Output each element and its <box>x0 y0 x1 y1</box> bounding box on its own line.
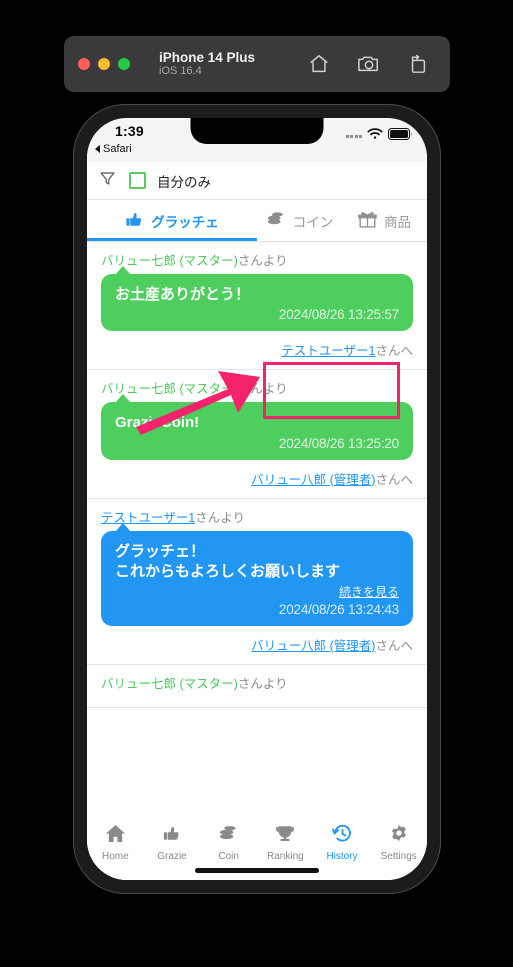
tab-product[interactable]: 商品 <box>342 200 427 241</box>
simulator-device-name: iPhone 14 Plus <box>159 50 256 66</box>
simulator-title-block: iPhone 14 Plus iOS 16.4 <box>159 50 255 77</box>
recipient-suffix: さんへ <box>375 639 413 653</box>
signal-dots-icon <box>345 134 362 138</box>
bottom-nav-coin-label: Coin <box>218 851 239 862</box>
coins-icon <box>218 824 239 848</box>
bottom-nav-history[interactable]: History <box>314 824 371 862</box>
zoom-button[interactable] <box>118 58 130 70</box>
sender-suffix: さんより <box>237 382 288 397</box>
ios-status-bar: 1:39 Safari <box>87 118 427 162</box>
wifi-icon <box>367 127 383 145</box>
simulator-actions <box>308 53 428 75</box>
sender-suffix: さんより <box>195 510 245 525</box>
message-bubble: お土産ありがとう！ 2024/08/26 13:25:57 <box>101 265 413 332</box>
recipient-line: バリュー八郎 (管理者)さんへ <box>101 469 413 488</box>
notch <box>190 118 324 144</box>
funnel-icon[interactable] <box>99 170 116 192</box>
thumbs-up-icon <box>125 210 144 232</box>
feed-item[interactable]: バリュー七郎 (マスター)さんより お土産ありがとう！ 2024/08/26 1… <box>87 242 427 371</box>
message-bubble: GrazieCoin! 2024/08/26 13:25:20 <box>101 394 413 460</box>
minimize-button[interactable] <box>98 58 110 70</box>
message-text: GrazieCoin! <box>115 414 200 432</box>
feed-item[interactable]: バリュー七郎 (マスター)さんより <box>87 665 427 708</box>
bottom-nav-settings-label: Settings <box>380 851 417 862</box>
sender-line: バリュー七郎 (マスター)さんより <box>101 378 413 397</box>
sender-line: テストユーザー1さんより <box>101 507 413 526</box>
rotate-icon[interactable] <box>408 53 428 75</box>
sender-name[interactable]: バリュー七郎 (マスター) <box>101 677 238 691</box>
recipient-suffix: さんへ <box>375 344 413 359</box>
recipient-suffix: さんへ <box>375 472 413 487</box>
message-timestamp: 2024/08/26 13:25:20 <box>278 435 399 451</box>
message-text: お土産ありがとう！ <box>115 286 251 303</box>
bottom-nav-ranking[interactable]: Ranking <box>257 824 314 862</box>
back-app-label: Safari <box>103 143 132 155</box>
gift-icon <box>358 210 377 232</box>
back-to-safari-link[interactable]: Safari <box>95 143 132 155</box>
trophy-icon <box>275 824 295 848</box>
tab-grazie-label: グラッチェ <box>151 214 219 230</box>
tab-coin[interactable]: コイン <box>257 200 342 241</box>
recipient-name[interactable]: バリュー八郎 (管理者) <box>251 639 375 653</box>
recipient-name[interactable]: テストユーザー1 <box>281 344 375 358</box>
content-type-tabs: グラッチェ コイン 商品 <box>87 200 427 242</box>
thumbs-up-icon <box>162 824 182 848</box>
message-text: グラッチェ！ これからもよろしくお願いします <box>115 542 341 580</box>
message-bubble: グラッチェ！ これからもよろしくお願いします 続きを見る 2024/08/26 … <box>101 522 413 626</box>
gear-icon <box>389 824 409 848</box>
device-screen: 1:39 Safari 自分のみ グラッチェ コイン 商品 バリュー七郎 (マス… <box>87 118 427 880</box>
recipient-name[interactable]: バリュー八郎 (管理者) <box>251 473 375 487</box>
history-icon <box>331 824 353 848</box>
filter-bar: 自分のみ <box>87 162 427 200</box>
message-timestamp: 2024/08/26 13:24:43 <box>278 602 399 617</box>
read-more-link[interactable]: 続きを見る <box>115 583 399 600</box>
tab-coin-label: コイン <box>292 214 334 230</box>
sender-suffix: さんより <box>237 254 288 268</box>
message-timestamp: 2024/08/26 13:25:57 <box>278 307 399 323</box>
coins-icon <box>266 210 286 231</box>
tab-product-label: 商品 <box>384 214 411 230</box>
history-feed[interactable]: バリュー七郎 (マスター)さんより お土産ありがとう！ 2024/08/26 1… <box>87 242 427 864</box>
window-controls <box>78 58 130 70</box>
home-icon[interactable] <box>308 53 330 75</box>
self-only-label: 自分のみ <box>157 174 211 190</box>
simulator-os-version: iOS 16.4 <box>159 65 202 78</box>
recipient-line: バリュー八郎 (管理者)さんへ <box>101 635 413 654</box>
back-caret-icon <box>95 145 100 153</box>
bottom-nav-coin[interactable]: Coin <box>200 824 257 862</box>
home-indicator <box>195 868 319 873</box>
status-time: 1:39 <box>115 123 144 139</box>
bottom-nav-history-label: History <box>326 851 358 862</box>
screenshot-icon[interactable] <box>357 53 381 75</box>
home-icon <box>105 824 126 848</box>
feed-item[interactable]: テストユーザー1さんより グラッチェ！ これからもよろしくお願いします 続きを見… <box>87 499 427 665</box>
status-indicators <box>345 127 414 145</box>
bottom-tab-bar: Home Grazie Coin Ranking History Setting… <box>87 818 427 880</box>
feed-item[interactable]: バリュー七郎 (マスター)さんより GrazieCoin! 2024/08/26… <box>87 370 427 499</box>
sender-line: バリュー七郎 (マスター)さんより <box>101 250 413 269</box>
bottom-nav-home-label: Home <box>101 851 129 862</box>
close-button[interactable] <box>78 58 90 70</box>
sender-suffix: さんより <box>237 677 288 691</box>
bottom-nav-settings[interactable]: Settings <box>370 824 427 862</box>
bottom-nav-grazie-label: Grazie <box>157 851 187 862</box>
battery-icon <box>388 127 413 145</box>
sender-line: バリュー七郎 (マスター)さんより <box>101 673 413 692</box>
tab-grazie[interactable]: グラッチェ <box>87 200 257 241</box>
recipient-line: テストユーザー1さんへ <box>101 340 413 359</box>
device-frame: 1:39 Safari 自分のみ グラッチェ コイン 商品 バリュー七郎 (マス… <box>73 104 441 894</box>
bottom-nav-home[interactable]: Home <box>87 824 144 862</box>
bottom-nav-grazie[interactable]: Grazie <box>144 824 201 862</box>
simulator-titlebar: iPhone 14 Plus iOS 16.4 <box>64 36 450 92</box>
self-only-checkbox[interactable] <box>129 172 146 189</box>
bottom-nav-ranking-label: Ranking <box>267 851 304 862</box>
